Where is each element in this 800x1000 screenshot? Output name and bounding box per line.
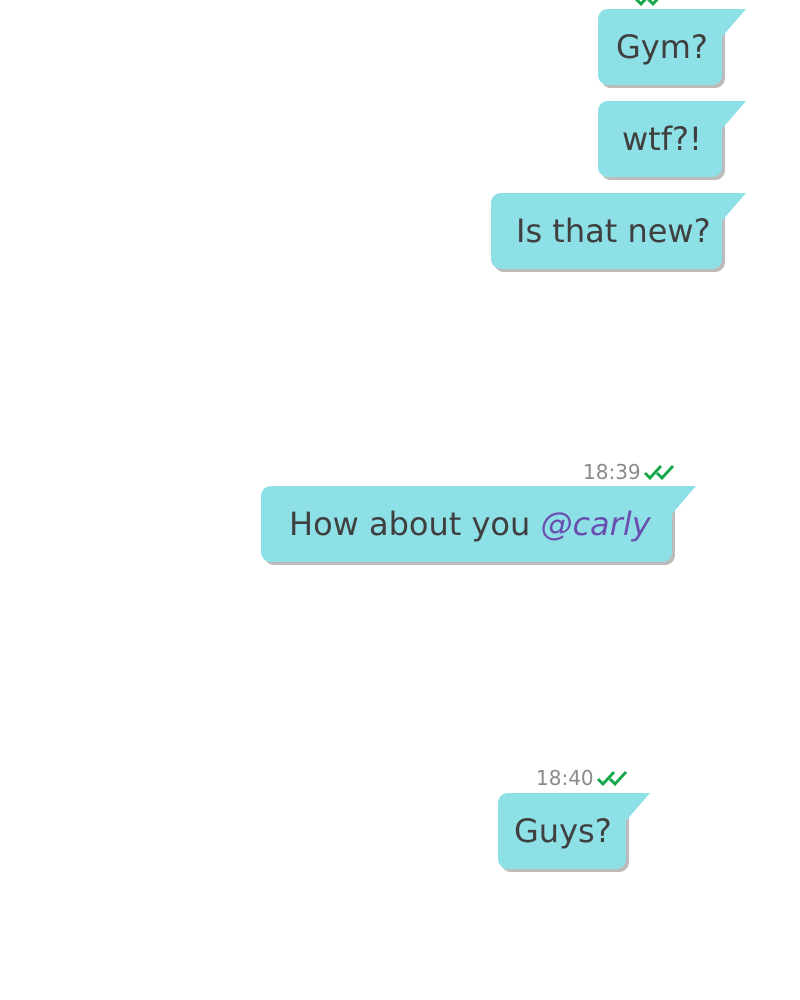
message-timestamp: 18:39 [583, 460, 641, 484]
message-text: Guys? [514, 812, 612, 850]
bubble-tail [626, 793, 650, 821]
bubble-tail [722, 9, 746, 37]
double-check-icon [643, 464, 674, 481]
bubble-tail [672, 486, 696, 514]
message-bubble[interactable]: wtf?! [598, 101, 749, 177]
message-text: Is that new? [516, 212, 711, 250]
double-check-icon [634, 0, 659, 7]
message-meta: 18:40 [536, 766, 630, 790]
message-bubble[interactable]: Guys? [498, 793, 653, 869]
message-text: wtf?! [622, 120, 702, 158]
message-bubble[interactable]: Gym? [598, 9, 749, 85]
user-mention-link[interactable]: @carly [540, 505, 650, 543]
message-text: How about you [289, 505, 531, 543]
message-timestamp: 18:40 [536, 766, 594, 790]
message-meta: 18:39 [583, 460, 677, 484]
message-bubble[interactable]: Is that new? [491, 193, 749, 269]
bubble-tail [722, 101, 746, 129]
message-text: Gym? [616, 28, 708, 66]
double-check-icon [596, 770, 627, 787]
bubble-tail [722, 193, 746, 221]
message-bubble[interactable]: How about you @carly [261, 486, 699, 562]
